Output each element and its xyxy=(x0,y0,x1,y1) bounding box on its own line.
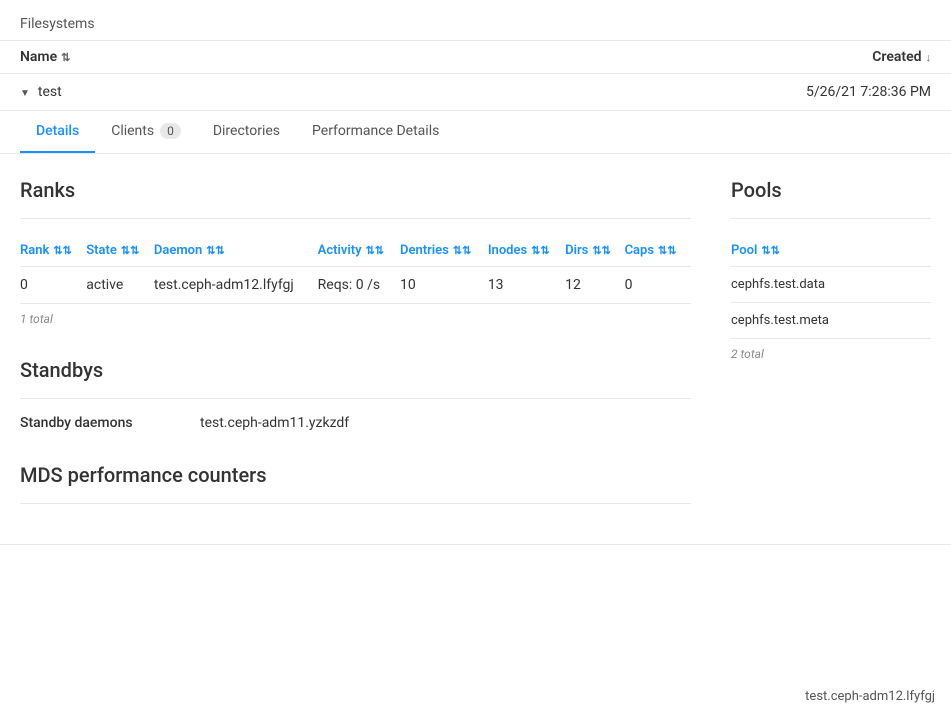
pool-sort-icon: ⇅ xyxy=(761,244,779,257)
filesystem-created: 5/26/21 7:28:36 PM xyxy=(731,84,931,100)
cell-rank: 0 xyxy=(20,267,86,304)
col-caps[interactable]: Caps ⇅ xyxy=(625,235,691,267)
pools-title: Pools xyxy=(731,178,931,202)
cell-caps: 0 xyxy=(625,267,691,304)
name-sort-icon xyxy=(61,50,70,64)
pool-name: cephfs.test.meta xyxy=(731,303,931,339)
pool-name: cephfs.test.data xyxy=(731,267,931,303)
col-inodes[interactable]: Inodes ⇅ xyxy=(488,235,565,267)
tab-directories[interactable]: Directories xyxy=(197,111,296,153)
col-pool[interactable]: Pool ⇅ xyxy=(731,235,931,267)
mds-section: MDS performance counters xyxy=(20,463,691,504)
inodes-sort-icon: ⇅ xyxy=(531,244,549,257)
mds-divider xyxy=(20,503,691,504)
detail-panel: Details Clients 0 Directories Performanc… xyxy=(0,111,951,545)
tab-details[interactable]: Details xyxy=(20,111,95,153)
pools-table: Pool ⇅ cephfs.test.datacephfs.test.meta xyxy=(731,235,931,339)
tab-clients[interactable]: Clients 0 xyxy=(95,111,197,153)
col-dentries[interactable]: Dentries ⇅ xyxy=(400,235,488,267)
mds-footer-label: test.ceph-adm12.lfyfgj xyxy=(789,681,951,712)
activity-sort-icon: ⇅ xyxy=(366,244,384,257)
pools-divider xyxy=(731,218,931,219)
cell-state: active xyxy=(86,267,154,304)
standby-daemons-row: Standby daemons test.ceph-adm11.yzkzdf xyxy=(20,415,691,431)
left-column: Ranks Rank ⇅ xyxy=(20,178,691,520)
state-sort-icon: ⇅ xyxy=(121,244,139,257)
breadcrumb: Filesystems xyxy=(0,0,951,40)
right-column: Pools Pool ⇅ xyxy=(731,178,931,520)
cell-daemon: test.ceph-adm12.lfyfgj xyxy=(154,267,318,304)
pools-total: 2 total xyxy=(731,339,931,361)
ranks-table: Rank ⇅ State ⇅ xyxy=(20,235,691,304)
col-rank[interactable]: Rank ⇅ xyxy=(20,235,86,267)
cell-activity: Reqs: 0 /s xyxy=(318,267,400,304)
col-dirs[interactable]: Dirs ⇅ xyxy=(565,235,624,267)
filesystem-row[interactable]: test 5/26/21 7:28:36 PM xyxy=(0,74,951,111)
col-daemon[interactable]: Daemon ⇅ xyxy=(154,235,318,267)
standby-label: Standby daemons xyxy=(20,415,200,431)
ranks-divider xyxy=(20,218,691,219)
daemon-sort-icon: ⇅ xyxy=(206,244,224,257)
standbys-title: Standbys xyxy=(20,358,691,382)
ranks-table-header-row: Rank ⇅ State ⇅ xyxy=(20,235,691,267)
name-column-header[interactable]: Name xyxy=(20,49,731,65)
pools-table-header-row: Pool ⇅ xyxy=(731,235,931,267)
filesystem-name: test xyxy=(38,84,731,100)
dentries-sort-icon: ⇅ xyxy=(453,244,471,257)
rank-sort-icon: ⇅ xyxy=(53,244,71,257)
cell-dirs: 12 xyxy=(565,267,624,304)
standby-value: test.ceph-adm11.yzkzdf xyxy=(200,415,349,431)
col-state[interactable]: State ⇅ xyxy=(86,235,154,267)
mds-title: MDS performance counters xyxy=(20,463,691,487)
col-activity[interactable]: Activity ⇅ xyxy=(318,235,400,267)
standbys-section: Standbys Standby daemons test.ceph-adm11… xyxy=(20,358,691,431)
standbys-content: Standby daemons test.ceph-adm11.yzkzdf xyxy=(20,398,691,431)
filesystem-table-header: Name Created xyxy=(0,40,951,74)
tab-performance-details[interactable]: Performance Details xyxy=(296,111,455,153)
clients-badge: 0 xyxy=(160,123,181,139)
ranks-total: 1 total xyxy=(20,304,691,326)
detail-content: Ranks Rank ⇅ xyxy=(0,154,951,544)
cell-inodes: 13 xyxy=(488,267,565,304)
list-item: cephfs.test.meta xyxy=(731,303,931,339)
ranks-title: Ranks xyxy=(20,178,691,202)
dirs-sort-icon: ⇅ xyxy=(592,244,610,257)
list-item: cephfs.test.data xyxy=(731,267,931,303)
cell-dentries: 10 xyxy=(400,267,488,304)
caps-sort-icon: ⇅ xyxy=(658,244,676,257)
tab-bar: Details Clients 0 Directories Performanc… xyxy=(0,111,951,154)
two-col-layout: Ranks Rank ⇅ xyxy=(20,178,931,520)
expand-icon xyxy=(20,85,30,99)
table-row: 0activetest.ceph-adm12.lfyfgjReqs: 0 /s1… xyxy=(20,267,691,304)
created-column-header[interactable]: Created xyxy=(731,49,931,65)
created-sort-icon xyxy=(926,50,932,64)
